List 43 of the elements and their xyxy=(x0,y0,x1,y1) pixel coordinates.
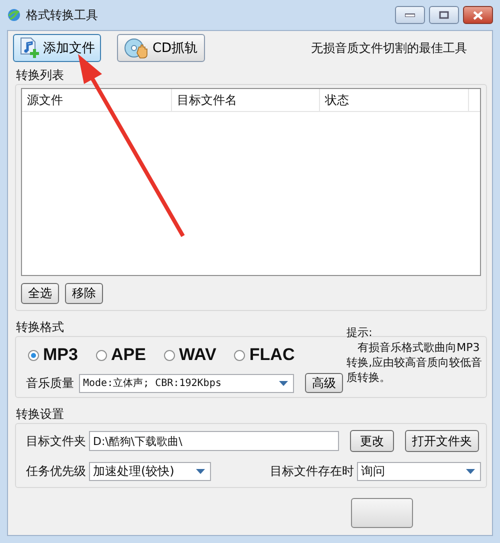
dropdown-caret-icon xyxy=(466,469,475,474)
maximize-icon xyxy=(439,11,449,19)
format-radio[interactable]: FLAC xyxy=(234,345,295,365)
group-title: 转换列表 xyxy=(16,67,64,84)
window-title: 格式转换工具 xyxy=(26,6,98,24)
hint-text: 有损音乐格式歌曲向MP3转换,应由较高音质向较低音质转换。 xyxy=(346,340,484,385)
app-globe-icon xyxy=(7,8,21,22)
tagline: 无损音质文件切割的最佳工具 xyxy=(311,40,467,56)
change-button[interactable]: 更改 xyxy=(350,430,394,452)
column-header[interactable]: 目标文件名 xyxy=(172,89,320,111)
exists-label: 目标文件存在时 xyxy=(270,463,354,480)
exists-dropdown[interactable]: 询问 xyxy=(357,462,481,481)
format-radio[interactable]: APE xyxy=(96,345,146,365)
format-radio[interactable]: WAV xyxy=(164,345,216,365)
column-header[interactable]: 源文件 xyxy=(22,89,172,111)
maximize-button[interactable] xyxy=(429,6,459,24)
quality-dropdown[interactable]: Mode:立体声; CBR:192Kbps xyxy=(79,374,294,392)
list-button[interactable]: 移除 xyxy=(65,283,103,304)
close-icon xyxy=(473,10,483,20)
toolbar-button[interactable]: CD抓轨 xyxy=(117,34,205,62)
advanced-button[interactable]: 高级 xyxy=(305,373,343,393)
column-header[interactable]: 状态 xyxy=(320,89,469,111)
priority-dropdown[interactable]: 加速处理(较快) xyxy=(89,462,212,481)
cd-hand-icon xyxy=(124,37,150,59)
priority-label: 任务优先级 xyxy=(26,463,86,480)
music-file-add-icon xyxy=(19,37,41,59)
minimize-icon xyxy=(405,13,415,17)
folder-label: 目标文件夹 xyxy=(26,432,86,450)
file-list[interactable]: 源文件 目标文件名 状态 xyxy=(21,88,481,276)
hint-title: 提示: xyxy=(346,325,374,340)
folder-field[interactable]: D:\酷狗\下载歌曲\ xyxy=(89,431,339,451)
minimize-button[interactable] xyxy=(395,6,425,24)
open-folder-button[interactable]: 打开文件夹 xyxy=(405,430,479,452)
group-title: 转换格式 xyxy=(16,319,64,336)
blank-button[interactable] xyxy=(351,498,413,528)
close-button[interactable] xyxy=(463,6,493,24)
dropdown-caret-icon xyxy=(279,380,288,386)
quality-label: 音乐质量 xyxy=(26,374,74,392)
list-button[interactable]: 全选 xyxy=(21,283,59,304)
dropdown-caret-icon xyxy=(196,469,206,474)
format-radio[interactable]: MP3 xyxy=(28,345,78,365)
toolbar-button[interactable]: 添加文件 xyxy=(13,34,101,62)
group-title: 转换设置 xyxy=(16,406,64,423)
